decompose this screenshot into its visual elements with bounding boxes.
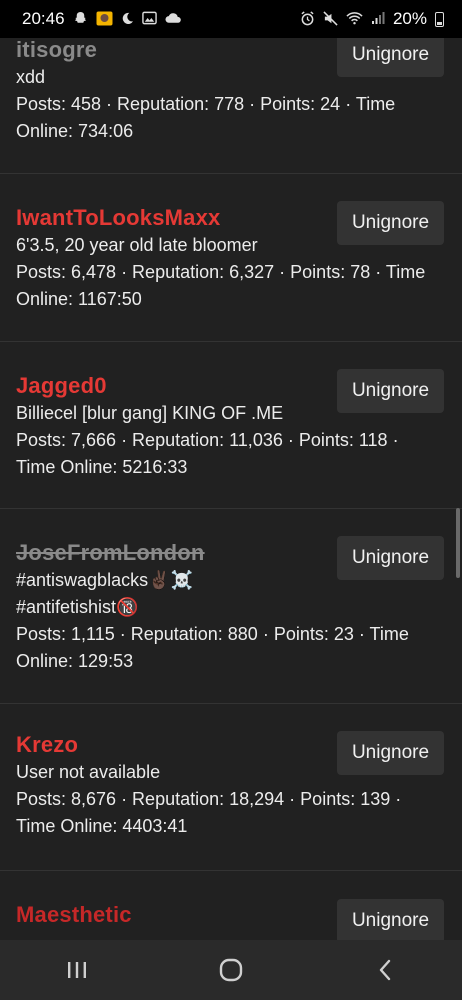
recent-apps-button[interactable] [47,950,107,990]
user-stats: Posts: 6,478 · Reputation: 6,327 · Point… [16,262,426,282]
snapchat-icon [73,11,88,28]
username[interactable]: Krezo [16,732,78,758]
unignore-button[interactable]: Unignore [337,369,444,413]
user-stats: Online: 734:06 [16,121,134,141]
ignored-users-list[interactable]: itisogre xdd Posts: 458 · Reputation: 77… [0,38,462,940]
back-icon [379,959,391,981]
battery-icon [435,11,444,27]
user-stats: Online: 129:53 [16,651,134,671]
user-stats: Time Online: 4403:41 [16,816,188,836]
status-right: 20% [300,9,444,29]
username[interactable]: Jagged0 [16,373,107,399]
username[interactable]: itisogre [16,38,97,63]
unignore-button[interactable]: Unignore [337,38,444,77]
user-stats: Time Online: 5216:33 [16,457,188,477]
list-item: Jagged0 Billiecel [blur gang] KING OF .M… [0,342,462,509]
signal-icon [371,11,385,27]
moon-icon [121,12,134,27]
status-left: 20:46 [22,9,182,29]
username[interactable]: JoseFromLondon [16,540,205,566]
battery-percent: 20% [392,9,427,28]
alarm-icon [300,10,315,28]
scrollbar[interactable] [456,508,460,578]
status-bar: 20:46 20% [0,0,462,38]
navigation-bar [0,940,462,1000]
username[interactable]: IwantToLooksMaxx [16,205,221,231]
recent-apps-icon [68,962,86,978]
back-button[interactable] [355,950,415,990]
user-stats: Posts: 7,666 · Reputation: 11,036 · Poin… [16,430,399,450]
username[interactable]: Maesthetic [16,902,132,928]
list-item: itisogre xdd Posts: 458 · Reputation: 77… [0,38,462,174]
user-stats: Posts: 1,115 · Reputation: 880 · Points:… [16,624,409,644]
unignore-button[interactable]: Unignore [337,536,444,580]
user-stats: Online: 1167:50 [16,289,142,309]
unignore-button[interactable]: Unignore [337,731,444,775]
unignore-button[interactable]: Unignore [337,899,444,940]
wifi-icon [346,11,363,27]
home-icon [219,958,243,982]
cloud-icon [165,12,182,26]
list-item: JoseFromLondon #antiswagblacks✌🏿☠️ #anti… [0,509,462,704]
home-button[interactable] [201,950,261,990]
photo-app-icon [96,11,113,28]
user-stats: Posts: 8,676 · Reputation: 18,294 · Poin… [16,789,402,809]
user-bio: #antifetishist🔞 [16,597,139,617]
list-item: IwantToLooksMaxx 6'3.5, 20 year old late… [0,174,462,342]
mute-icon [323,10,338,28]
clock: 20:46 [22,9,65,28]
list-item: Krezo User not available Posts: 8,676 · … [0,704,462,871]
user-stats: Posts: 458 · Reputation: 778 · Points: 2… [16,94,396,114]
unignore-button[interactable]: Unignore [337,201,444,245]
gallery-icon [141,11,157,27]
list-item: Maesthetic Unignore [0,871,462,940]
